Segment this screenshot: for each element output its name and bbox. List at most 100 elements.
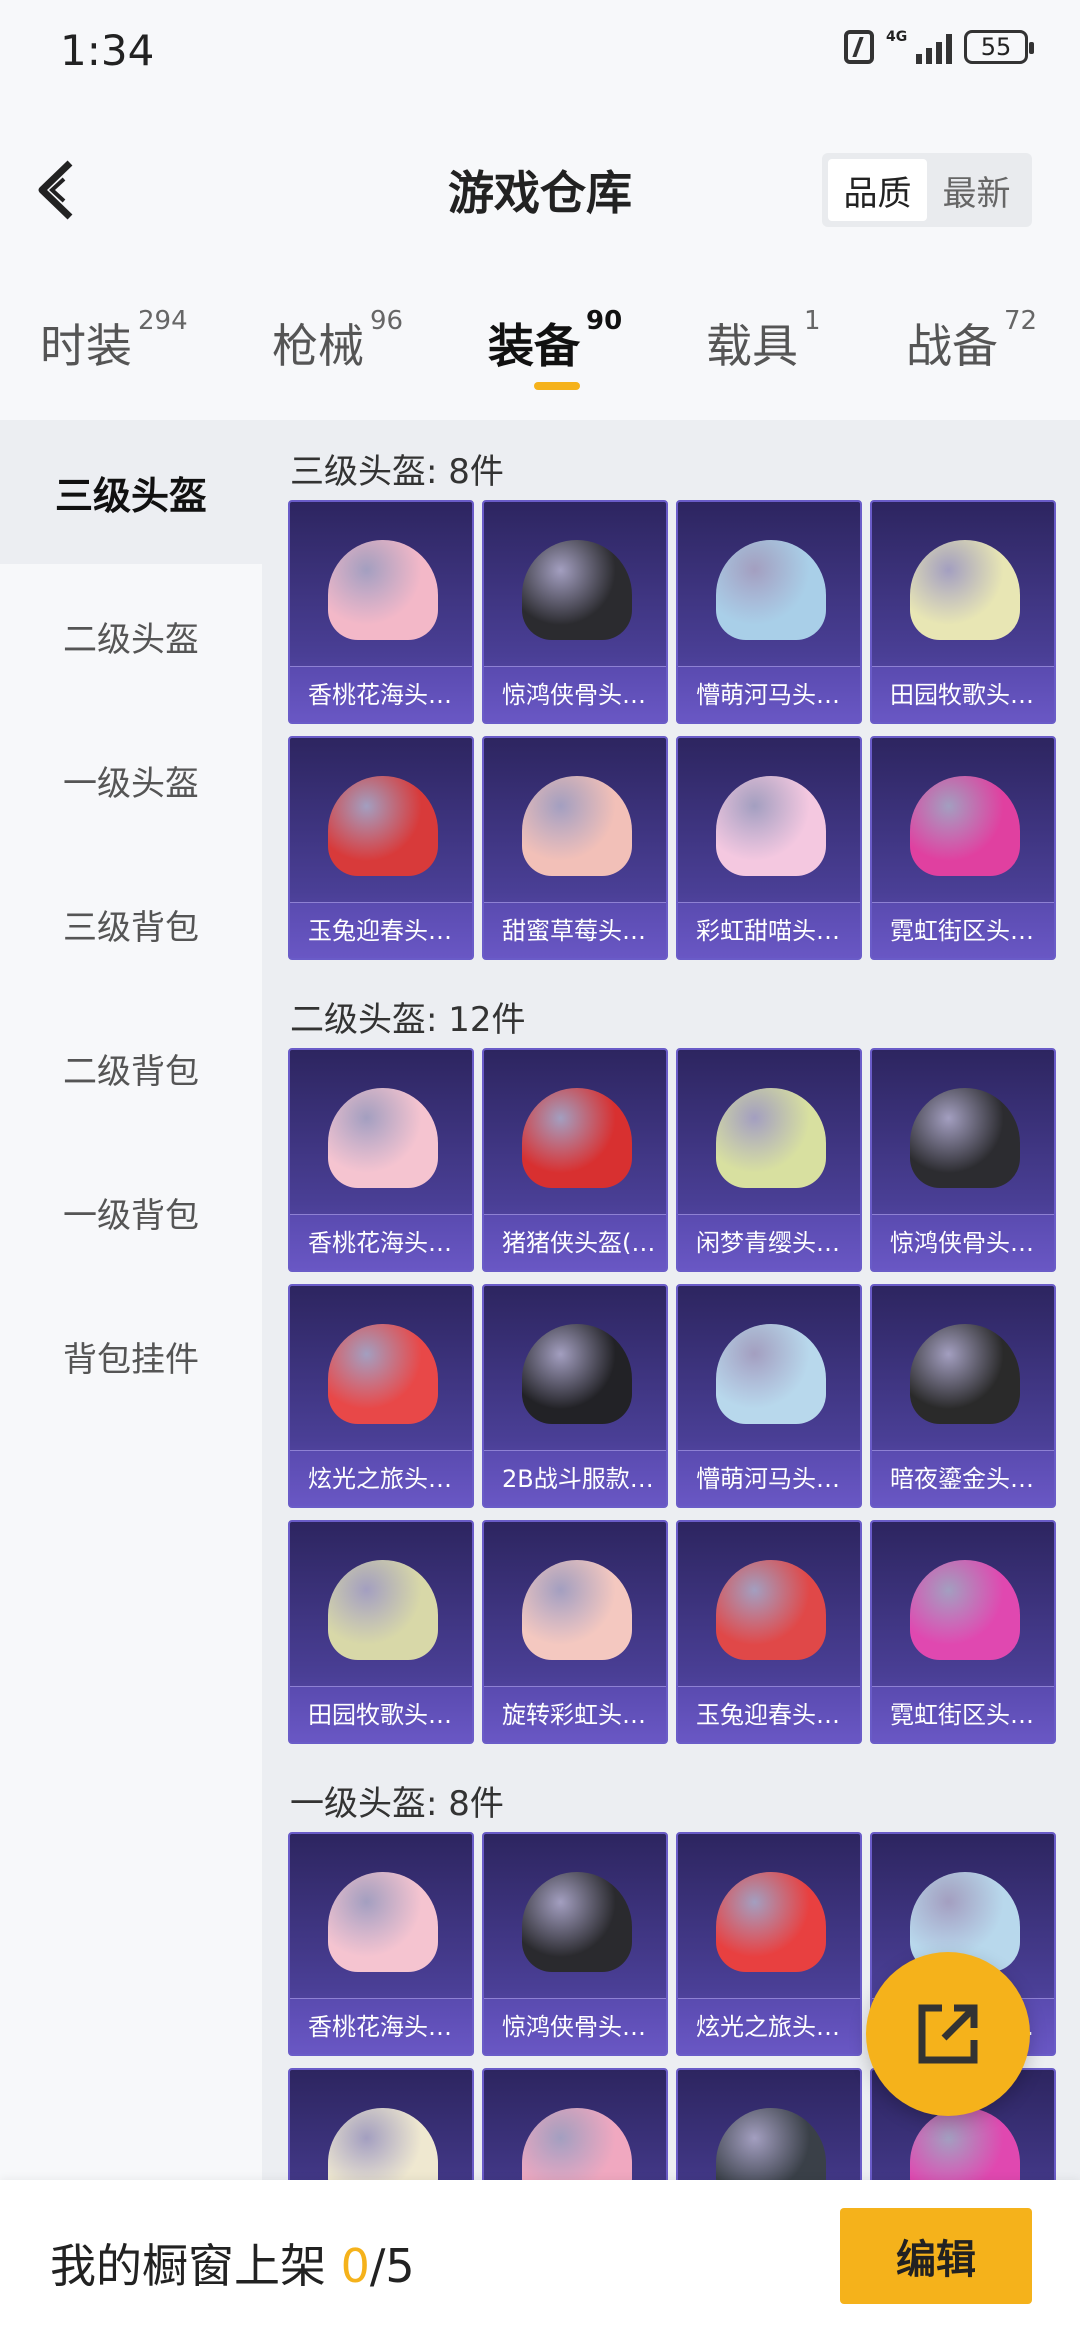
item-card[interactable]: 香桃花海头…	[288, 500, 474, 724]
item-name: 香桃花海头…	[290, 1998, 472, 2054]
helmet-image	[910, 540, 1020, 640]
helmet-image	[328, 540, 438, 640]
item-card[interactable]	[482, 2068, 668, 2180]
item-card[interactable]: 田园牧歌头…	[870, 500, 1056, 724]
status-time: 1:34	[60, 26, 155, 75]
item-card[interactable]: 懵萌河马头…	[676, 1284, 862, 1508]
helmet-image	[328, 1872, 438, 1972]
sort-newest-button[interactable]: 最新	[927, 159, 1026, 221]
sidebar-item-level2-helmet[interactable]: 二级头盔	[0, 564, 262, 708]
item-card[interactable]	[288, 2068, 474, 2180]
helmet-image	[910, 1560, 1020, 1660]
status-icons: 4G 55	[844, 29, 1034, 64]
item-name: 懵萌河马头…	[678, 1450, 860, 1506]
tab-label: 枪械	[272, 319, 364, 373]
item-card[interactable]: 惊鸿侠骨头…	[870, 1048, 1056, 1272]
item-card[interactable]: 猪猪侠头盔(…	[482, 1048, 668, 1272]
item-name: 暗夜鎏金头…	[872, 1450, 1054, 1506]
tab-supplies[interactable]: 战备 72	[906, 306, 1037, 376]
helmet-image	[522, 2108, 632, 2180]
item-card[interactable]: 懵萌河马头…	[676, 500, 862, 724]
helmet-image	[716, 1324, 826, 1424]
network-type: 4G	[886, 29, 908, 45]
item-name: 惊鸿侠骨头…	[484, 1998, 666, 2054]
tab-count: 1	[804, 306, 821, 336]
item-card[interactable]: 惊鸿侠骨头…	[482, 500, 668, 724]
item-card[interactable]	[676, 2068, 862, 2180]
showcase-label: 我的橱窗上架	[50, 2239, 326, 2293]
tab-vehicles[interactable]: 载具 1	[706, 306, 821, 376]
item-card[interactable]: 闲梦青缨头…	[676, 1048, 862, 1272]
item-name: 玉兔迎春头…	[678, 1686, 860, 1742]
sort-quality-button[interactable]: 品质	[828, 159, 927, 221]
showcase-current-count: 0	[340, 2239, 370, 2293]
helmet-image	[522, 1088, 632, 1188]
item-card[interactable]: 香桃花海头…	[288, 1832, 474, 2056]
helmet-image	[328, 1324, 438, 1424]
tab-label: 时装	[40, 319, 132, 373]
tab-label: 战备	[906, 319, 998, 373]
tab-fashion[interactable]: 时装 294	[40, 306, 188, 376]
helmet-image	[910, 1324, 1020, 1424]
tab-count: 90	[586, 306, 623, 336]
sidebar-item-level3-helmet[interactable]: 三级头盔	[0, 420, 262, 564]
item-name: 闲梦青缨头…	[678, 1214, 860, 1270]
item-card[interactable]: 旋转彩虹头…	[482, 1520, 668, 1744]
item-name: 猪猪侠头盔(…	[484, 1214, 666, 1270]
sort-toggle[interactable]: 品质 最新	[822, 153, 1032, 227]
item-card[interactable]: 田园牧歌头…	[288, 1520, 474, 1744]
sidebar-item-level1-helmet[interactable]: 一级头盔	[0, 708, 262, 852]
item-grid: 香桃花海头… 猪猪侠头盔(… 闲梦青缨头… 惊鸿侠骨头… 炫光之旅头… 2B战斗服款… 懵萌…	[288, 1048, 1080, 1744]
sidebar: 三级头盔 二级头盔 一级头盔 三级背包 二级背包 一级背包 背包挂件	[0, 420, 262, 2180]
header: 游戏仓库 品质 最新	[0, 105, 1080, 270]
item-card[interactable]: 玉兔迎春头…	[676, 1520, 862, 1744]
status-bar: 1:34 4G 55	[0, 0, 1080, 105]
item-list[interactable]: 三级头盔: 8件 香桃花海头… 惊鸿侠骨头… 懵萌河马头… 田园牧歌头… 玉兔迎春头… 甜蜜…	[262, 420, 1080, 2180]
tab-count: 294	[138, 306, 188, 336]
item-card[interactable]: 霓虹街区头…	[870, 736, 1056, 960]
tab-equipment[interactable]: 装备 90	[488, 306, 622, 376]
battery-icon: 55	[964, 30, 1034, 64]
nfc-icon	[844, 30, 874, 64]
helmet-image	[522, 1560, 632, 1660]
item-name: 炫光之旅头…	[290, 1450, 472, 1506]
item-card[interactable]: 暗夜鎏金头…	[870, 1284, 1056, 1508]
item-card[interactable]: 霓虹街区头…	[870, 1520, 1056, 1744]
item-name: 旋转彩虹头…	[484, 1686, 666, 1742]
tab-count: 96	[370, 306, 404, 336]
share-button[interactable]	[866, 1952, 1030, 2116]
item-card[interactable]: 炫光之旅头…	[288, 1284, 474, 1508]
item-card[interactable]: 香桃花海头…	[288, 1048, 474, 1272]
item-card[interactable]: 玉兔迎春头…	[288, 736, 474, 960]
helmet-image	[522, 1872, 632, 1972]
section-title: 三级头盔: 8件	[290, 452, 504, 492]
showcase-status: 我的橱窗上架 0/5	[50, 2230, 415, 2296]
helmet-image	[716, 1088, 826, 1188]
item-name: 炫光之旅头…	[678, 1998, 860, 2054]
showcase-total-count: /5	[369, 2239, 415, 2293]
sidebar-item-level2-backpack[interactable]: 二级背包	[0, 996, 262, 1140]
sidebar-item-level3-backpack[interactable]: 三级背包	[0, 852, 262, 996]
item-name: 甜蜜草莓头…	[484, 902, 666, 958]
item-name: 霓虹街区头…	[872, 902, 1054, 958]
helmet-image	[716, 540, 826, 640]
sidebar-item-backpack-charm[interactable]: 背包挂件	[0, 1284, 262, 1428]
item-name: 霓虹街区头…	[872, 1686, 1054, 1742]
item-name: 玉兔迎春头…	[290, 902, 472, 958]
item-card[interactable]: 2B战斗服款…	[482, 1284, 668, 1508]
sidebar-item-level1-backpack[interactable]: 一级背包	[0, 1140, 262, 1284]
tab-count: 72	[1004, 306, 1038, 336]
helmet-image	[716, 1560, 826, 1660]
item-card[interactable]: 甜蜜草莓头…	[482, 736, 668, 960]
tab-label: 装备	[488, 319, 580, 373]
tab-weapons[interactable]: 枪械 96	[272, 306, 403, 376]
item-name: 田园牧歌头…	[872, 666, 1054, 722]
helmet-image	[522, 1324, 632, 1424]
edit-button[interactable]: 编辑	[840, 2208, 1032, 2304]
helmet-image	[522, 540, 632, 640]
item-card[interactable]: 彩虹甜喵头…	[676, 736, 862, 960]
item-name: 香桃花海头…	[290, 666, 472, 722]
item-card[interactable]: 惊鸿侠骨头…	[482, 1832, 668, 2056]
section-title: 二级头盔: 12件	[290, 1000, 526, 1040]
item-card[interactable]: 炫光之旅头…	[676, 1832, 862, 2056]
